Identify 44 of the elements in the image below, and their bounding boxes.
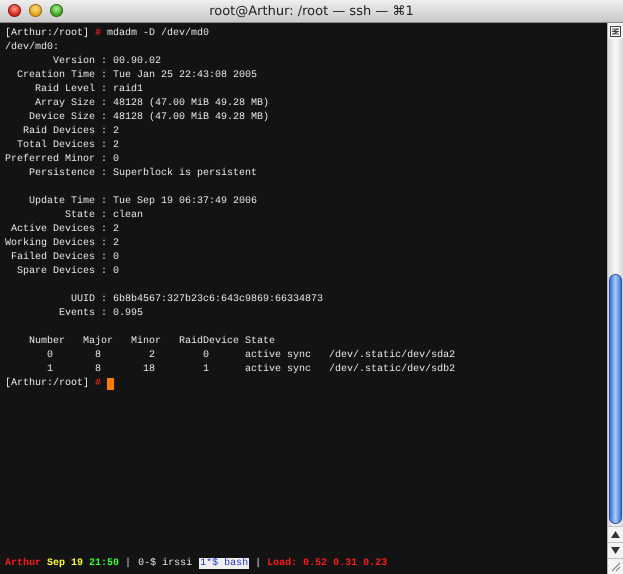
output-line: Failed Devices : 0 — [10, 251, 120, 265]
output-line: Number Major Minor RaidDevice State — [28, 335, 276, 349]
output-line: Device Size : 48128 (47.00 MiB 49.28 MB) — [28, 111, 270, 125]
window-title: root@Arthur: /root — ssh — ⌘1 — [209, 4, 414, 18]
minimize-button[interactable] — [29, 4, 42, 17]
output-line: Active Devices : 2 — [10, 223, 120, 237]
close-button[interactable] — [8, 4, 21, 17]
status-text: Load: 0.52 0.31 0.23 — [267, 558, 388, 568]
output-line: Persistence : Superblock is persistent — [28, 167, 258, 181]
prompt-symbol: # — [95, 27, 102, 41]
zoom-button[interactable] — [50, 4, 63, 17]
split-pane-icon — [610, 26, 621, 36]
up-arrow-icon — [611, 531, 620, 538]
status-text: Sep 19 — [47, 558, 84, 568]
output-line: Preferred Minor : 0 — [5, 153, 120, 167]
output-line: Update Time : Tue Sep 19 06:37:49 2006 — [28, 195, 258, 209]
prompt-path: [Arthur:/root] — [5, 377, 90, 391]
status-text: 21:50 — [89, 558, 120, 568]
output-line: /dev/md0: — [5, 41, 60, 55]
status-text: Arthur — [5, 558, 42, 568]
output-line: Raid Devices : 2 — [22, 125, 120, 139]
prompt-path: [Arthur:/root] — [5, 27, 90, 41]
output-line: Working Devices : 2 — [5, 237, 120, 251]
output-line: 0 8 2 0 active sync /dev/.static/dev/sda2 — [46, 349, 456, 363]
down-arrow-icon — [611, 547, 620, 554]
resize-grip-icon — [610, 561, 621, 572]
scroll-thumb[interactable] — [609, 274, 622, 524]
output-line: Array Size : 48128 (47.00 MiB 49.28 MB) — [34, 97, 270, 111]
output-line: Total Devices : 2 — [16, 139, 120, 153]
window-tab[interactable]: 1*$ bash — [199, 558, 250, 568]
output-line: 1 8 18 1 active sync /dev/.static/dev/sdb2 — [46, 363, 456, 377]
prompt-symbol: # — [95, 377, 102, 391]
command-text: mdadm -D /dev/md0 — [107, 27, 210, 41]
output-line: UUID : 6b8b4567:327b23c6:643c9869:66334873 — [70, 293, 324, 307]
output-line: State : clean — [64, 209, 144, 223]
status-separator: | — [125, 558, 132, 568]
output-line: Creation Time : Tue Jan 25 22:43:08 2005 — [16, 69, 258, 83]
output-line: Version : 00.90.02 — [52, 55, 162, 69]
status-separator: | — [255, 558, 262, 568]
output-line: Raid Level : raid1 — [34, 83, 144, 97]
scrollbar[interactable] — [607, 23, 623, 574]
window-tab[interactable]: 0-$ irssi — [137, 558, 194, 568]
output-line: Events : 0.995 — [58, 307, 144, 321]
output-line: Spare Devices : 0 — [16, 265, 120, 279]
